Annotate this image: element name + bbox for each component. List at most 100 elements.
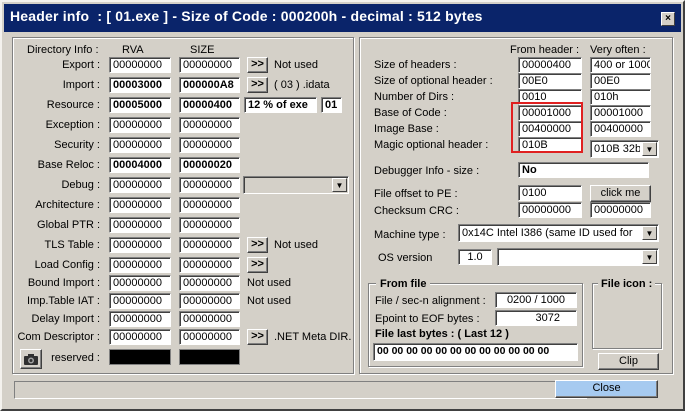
click-me-button[interactable]: click me	[590, 185, 651, 202]
magic-select[interactable]: 010B 32bit▼	[590, 140, 659, 158]
dir-note: ( 03 ) .idata	[274, 79, 330, 91]
dir-note: Not used	[274, 239, 319, 251]
status-bar	[14, 381, 587, 399]
checksum-often: 00000000	[590, 202, 651, 218]
dir-rva-field: 00005000	[109, 97, 171, 113]
directory-info-header: Directory Info :	[27, 44, 99, 56]
dir-size-field: 00000000	[179, 237, 240, 253]
dir-rva-field: 00000000	[109, 117, 171, 133]
dir-size-field: 00000000	[179, 137, 240, 153]
dir-size-field: 00000000	[179, 311, 240, 327]
dir-note: .NET Meta DIR.	[274, 331, 352, 343]
dir-rva-field: 00000000	[109, 177, 171, 193]
chevron-down-icon[interactable]: ▼	[642, 226, 657, 240]
dir-rva-field: 00000000	[109, 197, 171, 213]
clip-button[interactable]: Clip	[598, 353, 659, 370]
header-field-label: Size of headers :	[374, 59, 457, 71]
dir-label: Base Reloc :	[37, 159, 100, 171]
dir-rva-field: 00000000	[109, 311, 171, 327]
dir-note: Not used	[247, 277, 292, 289]
resource-percent: 12 % of exe	[244, 97, 317, 113]
dir-label: Security :	[54, 139, 100, 151]
dir-label: Load Config :	[34, 259, 100, 271]
dir-rva-field: 00000000	[109, 275, 171, 291]
dir-size-field: 00000000	[179, 257, 240, 273]
very-often-value: 400 or 1000	[590, 57, 651, 73]
machine-type-select[interactable]: 0x14C Intel I386 (same ID used for ▼	[458, 224, 659, 242]
dir-rva-field: 00000000	[109, 57, 171, 73]
os-version-value: 1.0	[458, 249, 492, 265]
size-header: SIZE	[190, 44, 215, 56]
very-often-header: Very often :	[590, 44, 646, 56]
dir-rva-field: 00000000	[109, 293, 171, 309]
dir-rva-field: 00004000	[109, 157, 171, 173]
header-field-label: Size of optional header :	[374, 75, 493, 87]
window-title: Header info : [ 01.exe ] - Size of Code …	[10, 8, 483, 24]
dir-rva-field: 00003000	[109, 77, 171, 93]
dir-detail-button[interactable]: >>	[247, 329, 268, 345]
file-offset-label: File offset to PE :	[374, 188, 458, 200]
dir-detail-button[interactable]: >>	[247, 57, 268, 73]
close-window-button[interactable]: ×	[661, 12, 675, 26]
rva-header: RVA	[122, 44, 144, 56]
dir-size-field: 00000000	[179, 117, 240, 133]
close-button[interactable]: Close	[555, 380, 658, 398]
os-version-select[interactable]: ▼	[497, 248, 659, 266]
camera-icon	[24, 354, 38, 365]
chevron-down-icon[interactable]: ▼	[642, 142, 657, 156]
dir-size-field: 00000000	[179, 329, 240, 345]
dir-detail-button[interactable]: >>	[247, 77, 268, 93]
very-often-value: 00E0	[590, 73, 651, 89]
dir-rva-field: 00000000	[109, 329, 171, 345]
dir-size-field: 00000400	[179, 97, 240, 113]
dir-note: Not used	[247, 295, 292, 307]
dir-label: Delay Import :	[31, 313, 100, 325]
dir-rva-field: 00000000	[109, 237, 171, 253]
dir-size-field: 00000000	[179, 217, 240, 233]
file-icon-title: File icon :	[598, 278, 656, 290]
dir-label: TLS Table :	[44, 239, 100, 251]
dir-label: Com Descriptor :	[17, 331, 100, 343]
dir-detail-button[interactable]: >>	[247, 257, 268, 273]
file-offset-value: 0100	[518, 185, 582, 201]
eof-label: Epoint to EOF bytes :	[375, 313, 480, 325]
dir-size-field: 00000000	[179, 57, 240, 73]
os-version-label: OS version	[378, 252, 433, 264]
dir-label: Imp.Table IAT :	[27, 295, 100, 307]
header-field-label: Image Base :	[374, 123, 439, 135]
title-bar[interactable]: Header info : [ 01.exe ] - Size of Code …	[4, 4, 681, 32]
dir-label: Debug :	[61, 179, 100, 191]
dir-label: Export :	[62, 59, 100, 71]
file-icon-group	[592, 283, 662, 349]
debugger-value: No	[518, 162, 649, 178]
camera-button[interactable]	[20, 349, 42, 369]
from-header-header: From header :	[510, 44, 580, 56]
chevron-down-icon[interactable]: ▼	[642, 250, 657, 264]
from-header-value: 00000400	[518, 57, 582, 73]
dir-size-field: 000000A8	[179, 77, 240, 93]
eof-value: 3072	[495, 310, 577, 326]
from-file-title: From file	[376, 278, 431, 290]
dir-size-field: 00000000	[179, 177, 240, 193]
debug-select[interactable]: ▼	[243, 176, 349, 194]
highlight-box	[511, 102, 583, 153]
dir-size-field: 00000000	[179, 275, 240, 291]
dir-size-field: 00000000	[179, 293, 240, 309]
very-often-value: 00400000	[590, 121, 651, 137]
dir-size-field: 00000000	[179, 197, 240, 213]
dir-detail-button[interactable]: >>	[247, 237, 268, 253]
dir-label: Global PTR :	[37, 219, 100, 231]
very-often-value: 00001000	[590, 105, 651, 121]
last-bytes-label: File last bytes : ( Last 12 )	[375, 328, 509, 340]
reserved-rva-field	[109, 349, 171, 365]
dir-label: Architecture :	[35, 199, 100, 211]
header-field-label: Number of Dirs :	[374, 91, 455, 103]
chevron-down-icon[interactable]: ▼	[332, 178, 347, 192]
last-bytes-value: 00 00 00 00 00 00 00 00 00 00 00 00	[373, 343, 578, 361]
from-header-value: 00E0	[518, 73, 582, 89]
header-field-label: Magic optional header :	[374, 139, 489, 151]
machine-type-value: 0x14C Intel I386 (same ID used for	[462, 227, 633, 239]
dir-label: Resource :	[46, 99, 100, 111]
reserved-label: reserved :	[51, 352, 100, 364]
header-info-window: Header info : [ 01.exe ] - Size of Code …	[0, 0, 685, 411]
